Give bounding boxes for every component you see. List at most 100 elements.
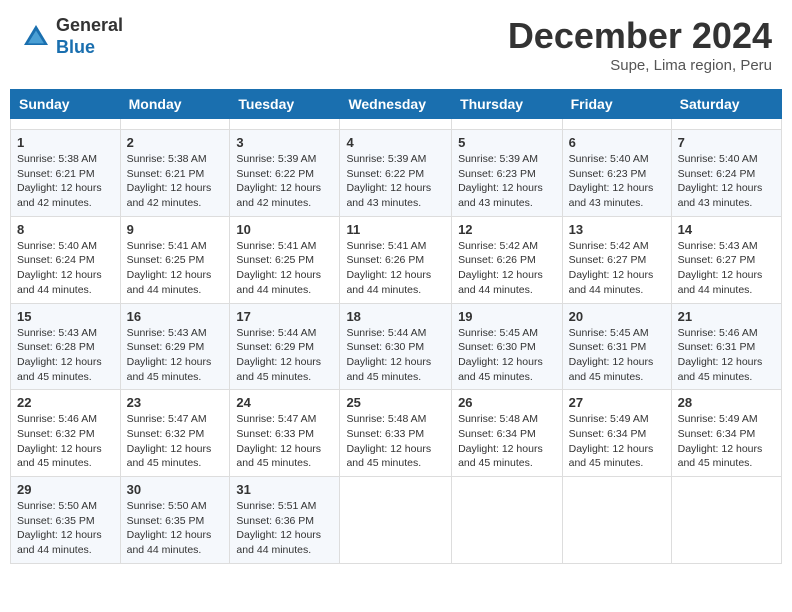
- day-number: 25: [346, 395, 445, 410]
- calendar-cell: [340, 477, 452, 564]
- calendar-cell: 21 Sunrise: 5:46 AM Sunset: 6:31 PM Dayl…: [671, 303, 781, 390]
- sunset-text: Sunset: 6:21 PM: [127, 168, 205, 180]
- daylight-text: Daylight: 12 hours and 44 minutes.: [569, 269, 654, 296]
- sunset-text: Sunset: 6:22 PM: [236, 168, 314, 180]
- day-info: Sunrise: 5:45 AM Sunset: 6:31 PM Dayligh…: [569, 326, 665, 385]
- sunset-text: Sunset: 6:34 PM: [678, 428, 756, 440]
- sunset-text: Sunset: 6:34 PM: [458, 428, 536, 440]
- day-number: 20: [569, 309, 665, 324]
- sunrise-text: Sunrise: 5:43 AM: [127, 327, 207, 339]
- daylight-text: Daylight: 12 hours and 45 minutes.: [127, 443, 212, 470]
- day-info: Sunrise: 5:40 AM Sunset: 6:23 PM Dayligh…: [569, 152, 665, 211]
- day-number: 13: [569, 222, 665, 237]
- sunrise-text: Sunrise: 5:39 AM: [346, 153, 426, 165]
- calendar-cell: 28 Sunrise: 5:49 AM Sunset: 6:34 PM Dayl…: [671, 390, 781, 477]
- calendar-cell: [671, 477, 781, 564]
- sunset-text: Sunset: 6:30 PM: [458, 341, 536, 353]
- sunrise-text: Sunrise: 5:40 AM: [17, 240, 97, 252]
- calendar-cell: 13 Sunrise: 5:42 AM Sunset: 6:27 PM Dayl…: [562, 216, 671, 303]
- day-number: 14: [678, 222, 775, 237]
- calendar-cell: 1 Sunrise: 5:38 AM Sunset: 6:21 PM Dayli…: [11, 130, 121, 217]
- daylight-text: Daylight: 12 hours and 45 minutes.: [127, 356, 212, 383]
- calendar-cell: 17 Sunrise: 5:44 AM Sunset: 6:29 PM Dayl…: [230, 303, 340, 390]
- day-number: 10: [236, 222, 333, 237]
- day-info: Sunrise: 5:44 AM Sunset: 6:30 PM Dayligh…: [346, 326, 445, 385]
- day-info: Sunrise: 5:43 AM Sunset: 6:28 PM Dayligh…: [17, 326, 114, 385]
- calendar-cell: 14 Sunrise: 5:43 AM Sunset: 6:27 PM Dayl…: [671, 216, 781, 303]
- sunrise-text: Sunrise: 5:42 AM: [569, 240, 649, 252]
- logo: General Blue: [20, 15, 123, 58]
- daylight-text: Daylight: 12 hours and 42 minutes.: [127, 182, 212, 209]
- calendar-cell: [452, 477, 563, 564]
- daylight-text: Daylight: 12 hours and 43 minutes.: [458, 182, 543, 209]
- day-info: Sunrise: 5:49 AM Sunset: 6:34 PM Dayligh…: [678, 412, 775, 471]
- day-number: 9: [127, 222, 224, 237]
- day-info: Sunrise: 5:46 AM Sunset: 6:31 PM Dayligh…: [678, 326, 775, 385]
- sunset-text: Sunset: 6:22 PM: [346, 168, 424, 180]
- daylight-text: Daylight: 12 hours and 45 minutes.: [569, 356, 654, 383]
- day-number: 26: [458, 395, 556, 410]
- day-number: 8: [17, 222, 114, 237]
- day-number: 18: [346, 309, 445, 324]
- calendar-cell: 24 Sunrise: 5:47 AM Sunset: 6:33 PM Dayl…: [230, 390, 340, 477]
- sunset-text: Sunset: 6:30 PM: [346, 341, 424, 353]
- calendar-cell: 9 Sunrise: 5:41 AM Sunset: 6:25 PM Dayli…: [120, 216, 230, 303]
- day-info: Sunrise: 5:47 AM Sunset: 6:33 PM Dayligh…: [236, 412, 333, 471]
- day-info: Sunrise: 5:43 AM Sunset: 6:29 PM Dayligh…: [127, 326, 224, 385]
- header-day-tuesday: Tuesday: [230, 90, 340, 119]
- calendar-week-6: 29 Sunrise: 5:50 AM Sunset: 6:35 PM Dayl…: [11, 477, 782, 564]
- calendar-cell: 6 Sunrise: 5:40 AM Sunset: 6:23 PM Dayli…: [562, 130, 671, 217]
- sunrise-text: Sunrise: 5:40 AM: [569, 153, 649, 165]
- calendar-cell: 25 Sunrise: 5:48 AM Sunset: 6:33 PM Dayl…: [340, 390, 452, 477]
- day-number: 22: [17, 395, 114, 410]
- sunset-text: Sunset: 6:32 PM: [127, 428, 205, 440]
- calendar-cell: 4 Sunrise: 5:39 AM Sunset: 6:22 PM Dayli…: [340, 130, 452, 217]
- calendar-cell: 3 Sunrise: 5:39 AM Sunset: 6:22 PM Dayli…: [230, 130, 340, 217]
- day-info: Sunrise: 5:48 AM Sunset: 6:34 PM Dayligh…: [458, 412, 556, 471]
- daylight-text: Daylight: 12 hours and 45 minutes.: [17, 356, 102, 383]
- daylight-text: Daylight: 12 hours and 44 minutes.: [17, 529, 102, 556]
- day-number: 24: [236, 395, 333, 410]
- sunset-text: Sunset: 6:32 PM: [17, 428, 95, 440]
- sunrise-text: Sunrise: 5:43 AM: [17, 327, 97, 339]
- sunrise-text: Sunrise: 5:51 AM: [236, 500, 316, 512]
- sunrise-text: Sunrise: 5:49 AM: [678, 413, 758, 425]
- sunrise-text: Sunrise: 5:48 AM: [458, 413, 538, 425]
- calendar-cell: [11, 119, 121, 130]
- daylight-text: Daylight: 12 hours and 43 minutes.: [678, 182, 763, 209]
- sunset-text: Sunset: 6:24 PM: [678, 168, 756, 180]
- daylight-text: Daylight: 12 hours and 45 minutes.: [346, 356, 431, 383]
- day-number: 12: [458, 222, 556, 237]
- header-day-friday: Friday: [562, 90, 671, 119]
- day-number: 2: [127, 135, 224, 150]
- sunrise-text: Sunrise: 5:49 AM: [569, 413, 649, 425]
- logo-general-text: General: [56, 15, 123, 37]
- title-area: December 2024 Supe, Lima region, Peru: [508, 15, 772, 74]
- sunrise-text: Sunrise: 5:39 AM: [236, 153, 316, 165]
- daylight-text: Daylight: 12 hours and 44 minutes.: [236, 529, 321, 556]
- calendar-cell: 26 Sunrise: 5:48 AM Sunset: 6:34 PM Dayl…: [452, 390, 563, 477]
- calendar-cell: 27 Sunrise: 5:49 AM Sunset: 6:34 PM Dayl…: [562, 390, 671, 477]
- calendar-cell: 31 Sunrise: 5:51 AM Sunset: 6:36 PM Dayl…: [230, 477, 340, 564]
- day-number: 4: [346, 135, 445, 150]
- sunrise-text: Sunrise: 5:40 AM: [678, 153, 758, 165]
- calendar-cell: 10 Sunrise: 5:41 AM Sunset: 6:25 PM Dayl…: [230, 216, 340, 303]
- calendar-cell: 19 Sunrise: 5:45 AM Sunset: 6:30 PM Dayl…: [452, 303, 563, 390]
- sunrise-text: Sunrise: 5:42 AM: [458, 240, 538, 252]
- day-info: Sunrise: 5:51 AM Sunset: 6:36 PM Dayligh…: [236, 499, 333, 558]
- daylight-text: Daylight: 12 hours and 44 minutes.: [236, 269, 321, 296]
- daylight-text: Daylight: 12 hours and 43 minutes.: [569, 182, 654, 209]
- sunset-text: Sunset: 6:27 PM: [569, 254, 647, 266]
- sunset-text: Sunset: 6:21 PM: [17, 168, 95, 180]
- sunrise-text: Sunrise: 5:44 AM: [346, 327, 426, 339]
- daylight-text: Daylight: 12 hours and 45 minutes.: [678, 443, 763, 470]
- day-info: Sunrise: 5:40 AM Sunset: 6:24 PM Dayligh…: [17, 239, 114, 298]
- calendar-header-row: SundayMondayTuesdayWednesdayThursdayFrid…: [11, 90, 782, 119]
- sunrise-text: Sunrise: 5:44 AM: [236, 327, 316, 339]
- sunrise-text: Sunrise: 5:46 AM: [678, 327, 758, 339]
- sunrise-text: Sunrise: 5:45 AM: [458, 327, 538, 339]
- day-info: Sunrise: 5:38 AM Sunset: 6:21 PM Dayligh…: [17, 152, 114, 211]
- header-day-wednesday: Wednesday: [340, 90, 452, 119]
- header-day-monday: Monday: [120, 90, 230, 119]
- daylight-text: Daylight: 12 hours and 45 minutes.: [678, 356, 763, 383]
